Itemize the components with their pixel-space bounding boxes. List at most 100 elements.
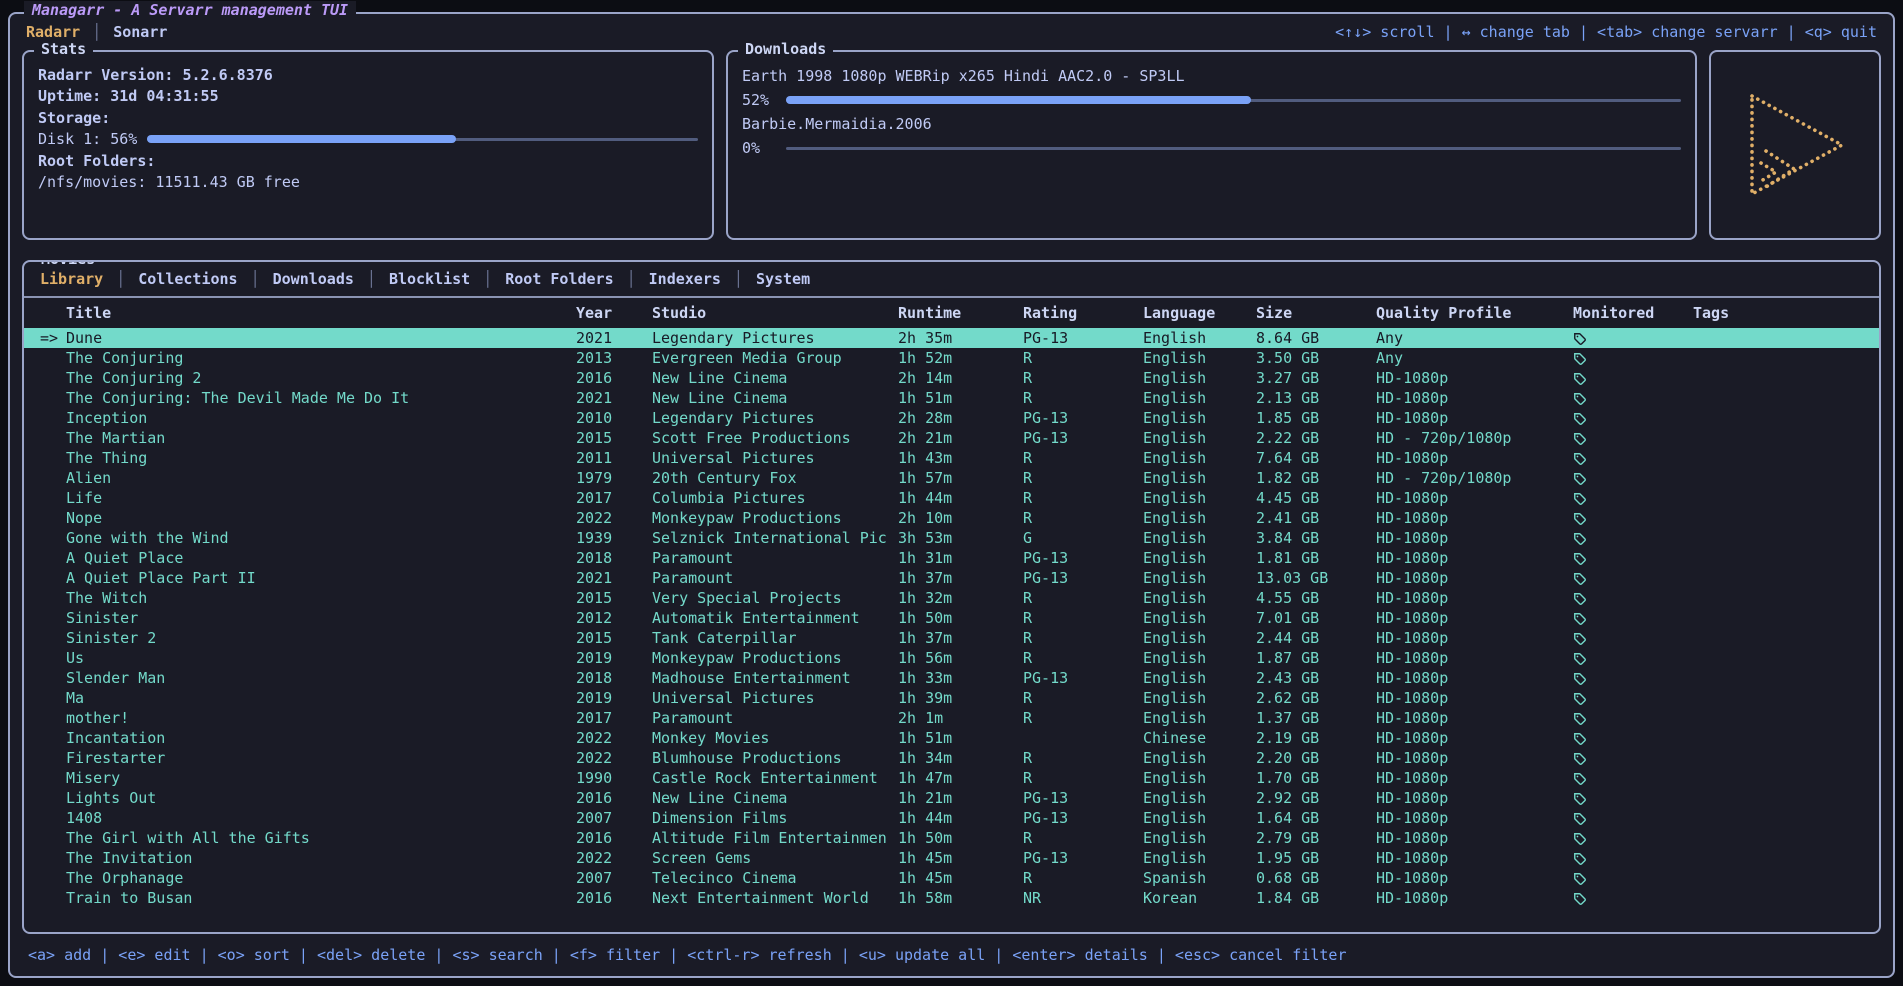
cell-rating: R: [1023, 769, 1143, 787]
table-row[interactable]: Us2019Monkeypaw Productions1h 56mREnglis…: [24, 648, 1879, 668]
movies-tab-library[interactable]: Library: [40, 270, 103, 288]
table-row[interactable]: Sinister2012Automatik Entertainment1h 50…: [24, 608, 1879, 628]
cell-quality-profile: HD-1080p: [1376, 849, 1573, 867]
table-row[interactable]: 14082007Dimension Films1h 44mPG-13Englis…: [24, 808, 1879, 828]
cell-rating: R: [1023, 469, 1143, 487]
cell-year: 2015: [576, 429, 652, 447]
column-header-quality-profile: Quality Profile: [1376, 304, 1573, 322]
column-header-monitored: Monitored: [1573, 304, 1693, 322]
cell-language: English: [1143, 749, 1256, 767]
movies-tab-blocklist[interactable]: Blocklist: [389, 270, 470, 288]
table-row[interactable]: Incantation2022Monkey Movies1h 51mChines…: [24, 728, 1879, 748]
table-row[interactable]: Gone with the Wind1939Selznick Internati…: [24, 528, 1879, 548]
downloads-panel-title: Downloads: [738, 40, 833, 58]
table-row[interactable]: The Girl with All the Gifts2016Altitude …: [24, 828, 1879, 848]
movies-tab-downloads[interactable]: Downloads: [273, 270, 354, 288]
stats-panel-title: Stats: [34, 40, 93, 58]
cell-size: 2.62 GB: [1256, 689, 1376, 707]
cell-language: English: [1143, 809, 1256, 827]
cell-year: 2016: [576, 369, 652, 387]
bottom-help-bar: <a> add | <e> edit | <o> sort | <del> de…: [10, 934, 1893, 976]
table-row[interactable]: The Conjuring 22016New Line Cinema2h 14m…: [24, 368, 1879, 388]
cell-studio: Paramount: [652, 569, 898, 587]
cell-quality-profile: Any: [1376, 329, 1573, 347]
cell-quality-profile: HD-1080p: [1376, 809, 1573, 827]
table-row[interactable]: mother!2017Paramount2h 1mREnglish1.37 GB…: [24, 708, 1879, 728]
cell-language: English: [1143, 829, 1256, 847]
cell-title: Dune: [66, 329, 576, 347]
radarr-version: Radarr Version: 5.2.6.8376: [38, 64, 698, 86]
cell-runtime: 1h 45m: [898, 869, 1023, 887]
cell-language: English: [1143, 849, 1256, 867]
cell-size: 13.03 GB: [1256, 569, 1376, 587]
table-row[interactable]: Sinister 22015Tank Caterpillar1h 37mREng…: [24, 628, 1879, 648]
table-row[interactable]: A Quiet Place2018Paramount1h 31mPG-13Eng…: [24, 548, 1879, 568]
movies-panel: Movies Library│Collections│Downloads│Blo…: [22, 260, 1881, 934]
table-row[interactable]: The Martian2015Scott Free Productions2h …: [24, 428, 1879, 448]
cell-year: 2016: [576, 889, 652, 907]
cell-quality-profile: HD-1080p: [1376, 689, 1573, 707]
cell-title: The Girl with All the Gifts: [66, 829, 576, 847]
table-row[interactable]: Firestarter2022Blumhouse Productions1h 3…: [24, 748, 1879, 768]
monitored-tag-icon: [1573, 671, 1693, 686]
table-row[interactable]: The Invitation2022Screen Gems1h 45mPG-13…: [24, 848, 1879, 868]
table-row[interactable]: =>Dune2021Legendary Pictures2h 35mPG-13E…: [24, 328, 1879, 348]
cell-language: English: [1143, 509, 1256, 527]
cell-year: 1979: [576, 469, 652, 487]
cell-runtime: 2h 10m: [898, 509, 1023, 527]
cell-language: English: [1143, 589, 1256, 607]
cell-language: English: [1143, 409, 1256, 427]
column-header-title: Title: [66, 304, 576, 322]
table-row[interactable]: Misery1990Castle Rock Entertainment1h 47…: [24, 768, 1879, 788]
table-row[interactable]: The Conjuring2013Evergreen Media Group1h…: [24, 348, 1879, 368]
cell-language: English: [1143, 609, 1256, 627]
top-help-text: <↑↓> scroll | ↔ change tab | <tab> chang…: [1335, 23, 1877, 41]
cell-runtime: 1h 52m: [898, 349, 1023, 367]
table-row[interactable]: Slender Man2018Madhouse Entertainment1h …: [24, 668, 1879, 688]
cell-size: 2.22 GB: [1256, 429, 1376, 447]
table-row[interactable]: The Conjuring: The Devil Made Me Do It20…: [24, 388, 1879, 408]
cell-title: A Quiet Place: [66, 549, 576, 567]
cell-title: Nope: [66, 509, 576, 527]
cell-rating: R: [1023, 609, 1143, 627]
table-body: =>Dune2021Legendary Pictures2h 35mPG-13E…: [24, 328, 1879, 932]
monitored-tag-icon: [1573, 571, 1693, 586]
table-row[interactable]: A Quiet Place Part II2021Paramount1h 37m…: [24, 568, 1879, 588]
monitored-tag-icon: [1573, 731, 1693, 746]
table-row[interactable]: Life2017Columbia Pictures1h 44mREnglish4…: [24, 488, 1879, 508]
movies-tab-root-folders[interactable]: Root Folders: [505, 270, 613, 288]
table-row[interactable]: Nope2022Monkeypaw Productions2h 10mREngl…: [24, 508, 1879, 528]
cell-runtime: 1h 45m: [898, 849, 1023, 867]
servarr-tab-radarr[interactable]: Radarr: [26, 23, 80, 41]
cell-runtime: 2h 28m: [898, 409, 1023, 427]
cell-year: 2016: [576, 789, 652, 807]
cell-studio: Monkeypaw Productions: [652, 649, 898, 667]
cell-rating: PG-13: [1023, 809, 1143, 827]
cell-title: Train to Busan: [66, 889, 576, 907]
cell-year: 2022: [576, 849, 652, 867]
movies-tab-collections[interactable]: Collections: [138, 270, 237, 288]
table-row[interactable]: Ma2019Universal Pictures1h 39mREnglish2.…: [24, 688, 1879, 708]
column-header-studio: Studio: [652, 304, 898, 322]
table-row[interactable]: The Witch2015Very Special Projects1h 32m…: [24, 588, 1879, 608]
cell-title: The Witch: [66, 589, 576, 607]
table-row[interactable]: Alien197920th Century Fox1h 57mREnglish1…: [24, 468, 1879, 488]
table-row[interactable]: Train to Busan2016Next Entertainment Wor…: [24, 888, 1879, 908]
table-row[interactable]: The Thing2011Universal Pictures1h 43mREn…: [24, 448, 1879, 468]
cell-title: mother!: [66, 709, 576, 727]
cell-quality-profile: HD-1080p: [1376, 649, 1573, 667]
cell-title: The Invitation: [66, 849, 576, 867]
cell-year: 1990: [576, 769, 652, 787]
monitored-tag-icon: [1573, 611, 1693, 626]
table-row[interactable]: Lights Out2016New Line Cinema1h 21mPG-13…: [24, 788, 1879, 808]
cell-rating: R: [1023, 349, 1143, 367]
cell-title: Incantation: [66, 729, 576, 747]
servarr-tab-sonarr[interactable]: Sonarr: [113, 23, 167, 41]
cell-size: 2.43 GB: [1256, 669, 1376, 687]
cell-studio: Paramount: [652, 549, 898, 567]
cell-size: 4.45 GB: [1256, 489, 1376, 507]
movies-tab-system[interactable]: System: [756, 270, 810, 288]
table-row[interactable]: Inception2010Legendary Pictures2h 28mPG-…: [24, 408, 1879, 428]
table-row[interactable]: The Orphanage2007Telecinco Cinema1h 45mR…: [24, 868, 1879, 888]
movies-tab-indexers[interactable]: Indexers: [649, 270, 721, 288]
